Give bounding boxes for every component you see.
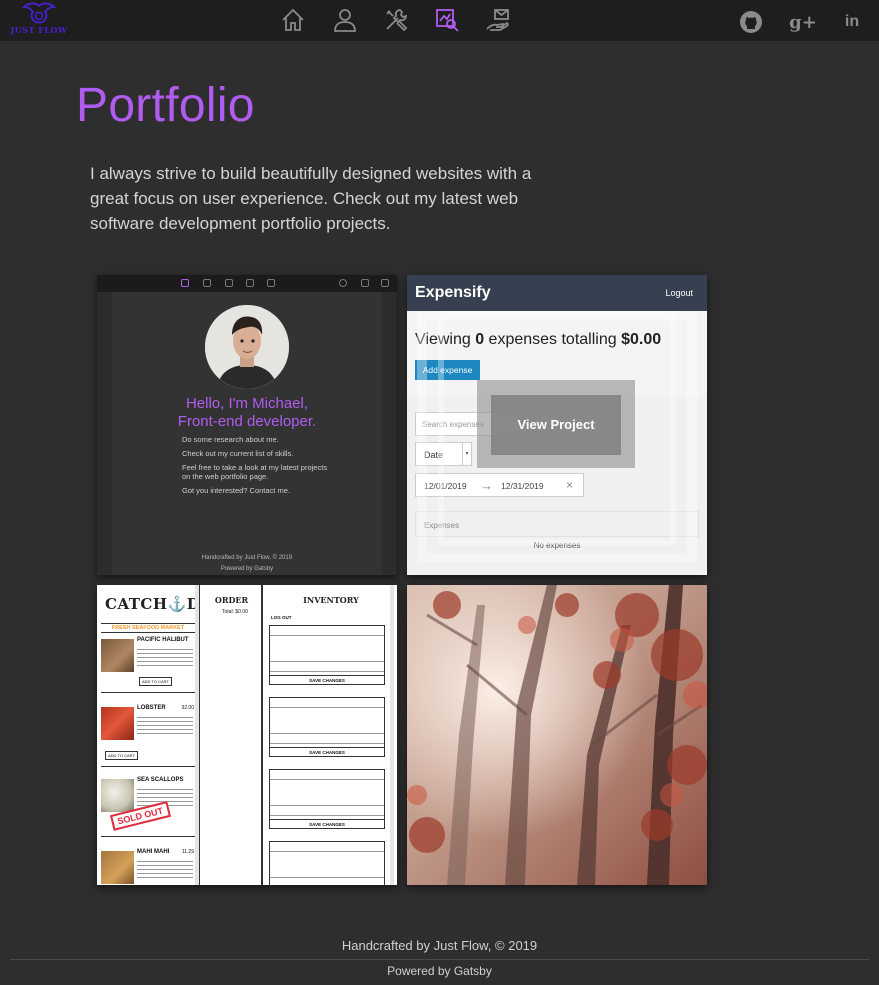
site-logo[interactable]: JUST FLOW <box>8 2 70 38</box>
project-tile-forest[interactable] <box>407 585 707 885</box>
list-item: LOBSTER 32.00 ADD TO CART <box>101 705 196 767</box>
order-panel: ORDER Total: $0.00 <box>202 585 263 885</box>
mini-portfolio-icon <box>246 279 254 287</box>
hello-line-2: Front-end developer. <box>177 413 317 430</box>
inventory-scrollbar[interactable] <box>390 585 394 885</box>
fish-price: 11.29 <box>181 849 194 855</box>
hello-line-1: Hello, I'm Michael, <box>185 395 309 412</box>
order-total: Total: $0.00 <box>222 609 248 615</box>
github-icon <box>740 11 762 33</box>
fish-image <box>101 779 134 812</box>
project-tile-expensify[interactable]: Expensify Logout Viewing 0 expenses tota… <box>407 275 707 575</box>
link-projects[interactable]: Feel free to take a look at my latest pr… <box>182 463 332 472</box>
project-tile-catch-of-the-day[interactable]: CATCH⚓DAY FRESH SEAFOOD MARKET PACIFIC H… <box>97 585 397 885</box>
tagline: FRESH SEAFOOD MARKET <box>101 623 195 633</box>
fish-image <box>101 851 134 884</box>
catch-of-day-logo: CATCH⚓DAY <box>105 595 200 613</box>
mini-home-icon <box>181 279 189 287</box>
link-skills[interactable]: Check out my current list of skills. <box>182 449 332 458</box>
footer-handcrafted: Handcrafted by Just Flow, © 2019 <box>341 938 538 953</box>
mini-tools-icon <box>225 279 233 287</box>
view-project-button[interactable]: View Project <box>491 395 621 455</box>
fish-description <box>137 646 193 668</box>
home-icon <box>282 8 304 31</box>
expensify-logout-button[interactable]: Logout <box>665 288 693 298</box>
github-link[interactable] <box>738 10 764 34</box>
fish-menu: CATCH⚓DAY FRESH SEAFOOD MARKET PACIFIC H… <box>97 585 200 885</box>
footer-divider <box>10 959 869 960</box>
intro-links: Do some research about me. Check out my … <box>182 435 332 500</box>
inventory-form[interactable]: SAVE CHANGES <box>269 625 385 685</box>
mini-github-icon <box>339 279 347 287</box>
save-changes-label[interactable]: SAVE CHANGES <box>270 819 384 828</box>
google-plus-link[interactable]: g+ <box>789 10 817 34</box>
fish-description <box>137 714 193 736</box>
intro-text: I always strive to build beautifully des… <box>90 164 532 233</box>
mini-contact-icon <box>267 279 275 287</box>
expensify-brand: Expensify <box>415 284 491 301</box>
mini-user-icon <box>203 279 211 287</box>
mini-footer-handcrafted: Handcrafted by Just Flow, © 2019 <box>201 555 293 561</box>
footer-powered: Powered by Gatsby <box>387 964 492 978</box>
inventory-title: INVENTORY <box>303 595 359 605</box>
link-contact[interactable]: Got you interested? Contact me. <box>182 486 332 495</box>
link-research[interactable]: Do some research about me. <box>182 435 332 444</box>
fish-name: SEA SCALLOPS <box>137 777 184 783</box>
forest-image <box>407 585 707 885</box>
eagle-logo-icon <box>22 2 56 24</box>
save-changes-label[interactable]: SAVE CHANGES <box>270 675 384 684</box>
user-icon <box>334 9 356 32</box>
page-title: Portfolio <box>76 79 255 132</box>
top-navbar: JUST FLOW g+ in <box>0 0 879 41</box>
inventory-panel: INVENTORY LOG OUT SAVE CHANGES SAVE CHAN… <box>265 585 397 885</box>
order-title: ORDER <box>214 595 249 605</box>
inventory-form[interactable] <box>269 841 385 885</box>
save-changes-label[interactable]: SAVE CHANGES <box>270 747 384 756</box>
inventory-logout-button[interactable]: LOG OUT <box>271 615 292 620</box>
google-plus-icon: g+ <box>789 11 817 33</box>
list-item: MAHI MAHI 11.29 <box>101 849 196 885</box>
portfolio-icon <box>436 9 459 32</box>
logo-text: JUST FLOW <box>10 25 68 35</box>
link-portfolio-page[interactable]: on the web portfolio page. <box>182 472 332 481</box>
avatar-portrait-icon <box>205 305 289 389</box>
fish-price: 32.00 <box>181 705 194 711</box>
fish-name: PACIFIC HALIBUT <box>137 637 189 643</box>
nav-portfolio[interactable] <box>433 6 461 34</box>
fish-name: LOBSTER <box>137 705 166 711</box>
linkedin-icon: in <box>844 13 860 30</box>
inventory-form[interactable]: SAVE CHANGES <box>269 697 385 757</box>
mini-gplus-icon <box>361 279 369 287</box>
nav-home[interactable] <box>279 6 307 34</box>
avatar <box>205 305 289 389</box>
fish-image <box>101 707 134 740</box>
project-tile-personal-site[interactable]: Hello, I'm Michael, Front-end developer.… <box>97 275 397 575</box>
fish-name: MAHI MAHI <box>137 849 170 855</box>
mini-linkedin-icon <box>381 279 389 287</box>
linkedin-link[interactable]: in <box>839 10 865 34</box>
menu-scrollbar[interactable] <box>195 585 199 885</box>
add-to-cart-button[interactable]: ADD TO CART <box>105 751 138 760</box>
inventory-form[interactable]: SAVE CHANGES <box>269 769 385 829</box>
nav-skills[interactable] <box>382 6 410 34</box>
nav-about[interactable] <box>331 6 359 34</box>
expensify-header: Expensify Logout <box>407 275 707 311</box>
fish-image <box>101 639 134 672</box>
add-to-cart-button[interactable]: ADD TO CART <box>139 677 172 686</box>
nav-contact[interactable] <box>484 6 512 34</box>
fish-description <box>137 858 193 880</box>
mini-navbar <box>97 275 397 292</box>
mini-footer-powered: Powered by Gatsby <box>220 566 274 572</box>
tools-icon <box>386 9 408 32</box>
list-item: PACIFIC HALIBUT ADD TO CART <box>101 637 196 693</box>
contact-icon <box>486 9 509 31</box>
